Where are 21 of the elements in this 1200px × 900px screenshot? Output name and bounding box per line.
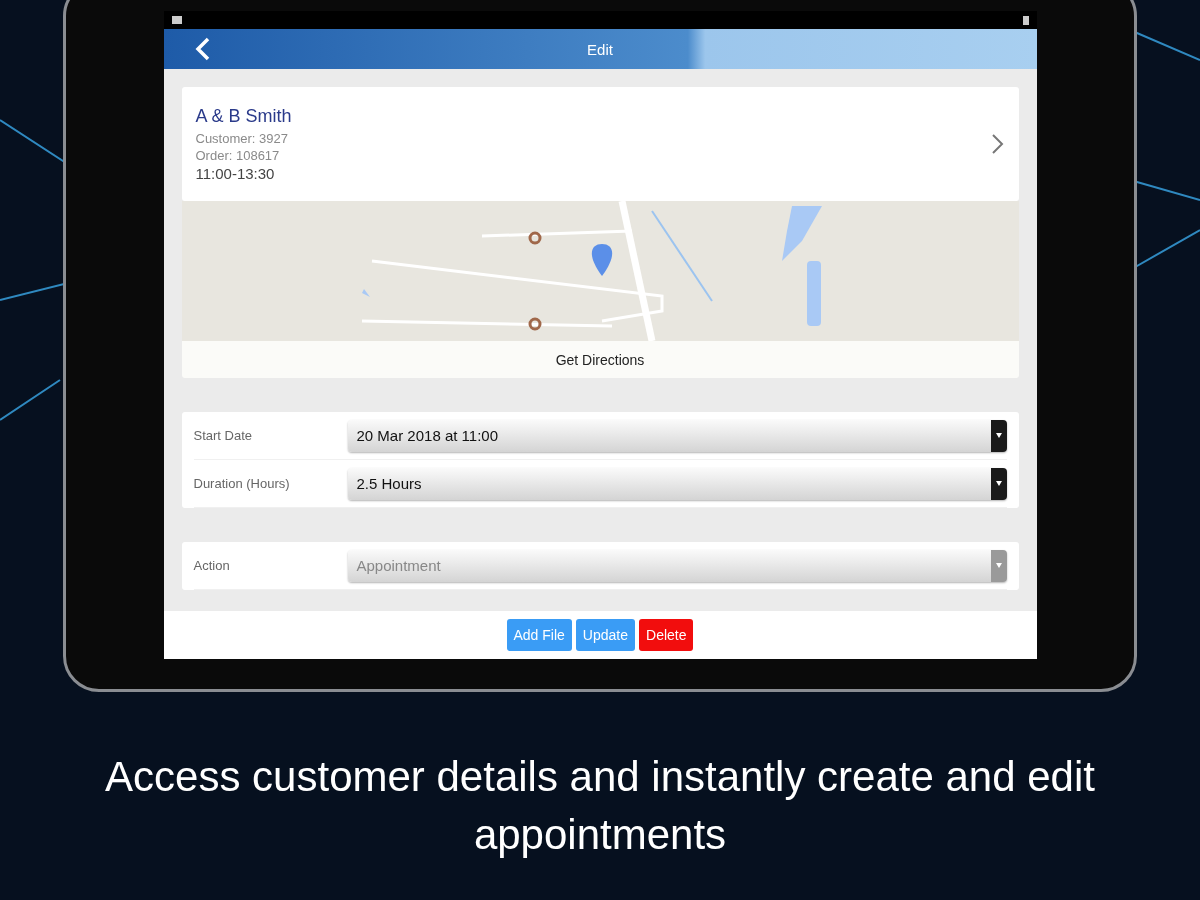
time-range: 11:00-13:30 xyxy=(195,165,276,182)
field-label: Action xyxy=(193,558,231,573)
dropdown-caret-icon xyxy=(995,563,1002,568)
dropdown-caret-icon xyxy=(995,433,1002,438)
field-label: Duration (Hours) xyxy=(193,476,291,491)
select-field[interactable]: 20 Mar 2018 at 11:00 xyxy=(347,419,1007,452)
delete-button[interactable]: Delete xyxy=(639,619,694,651)
field-label: Start Date xyxy=(193,428,254,443)
customer-number: Customer: 3927 xyxy=(195,131,289,146)
screen-title: Edit xyxy=(587,40,613,58)
image-icon xyxy=(171,16,182,24)
select-field[interactable]: 2.5 Hours xyxy=(347,467,1007,500)
caption-text: Access customer details and instantly create and edit appointments xyxy=(104,752,1096,860)
customer-name: A & B Smith xyxy=(195,106,292,127)
battery-icon xyxy=(1022,15,1029,25)
dropdown-caret-icon xyxy=(995,481,1002,486)
customer-card[interactable]: A & B Smith Customer: 3927 Order: 108617 11:00-13:30 xyxy=(181,87,1019,201)
back-button[interactable] xyxy=(193,36,212,62)
get-directions-button[interactable]: Get Directions xyxy=(181,341,1019,378)
chevron-right-icon xyxy=(990,133,1005,155)
order-number: Order: 108617 xyxy=(195,148,281,163)
